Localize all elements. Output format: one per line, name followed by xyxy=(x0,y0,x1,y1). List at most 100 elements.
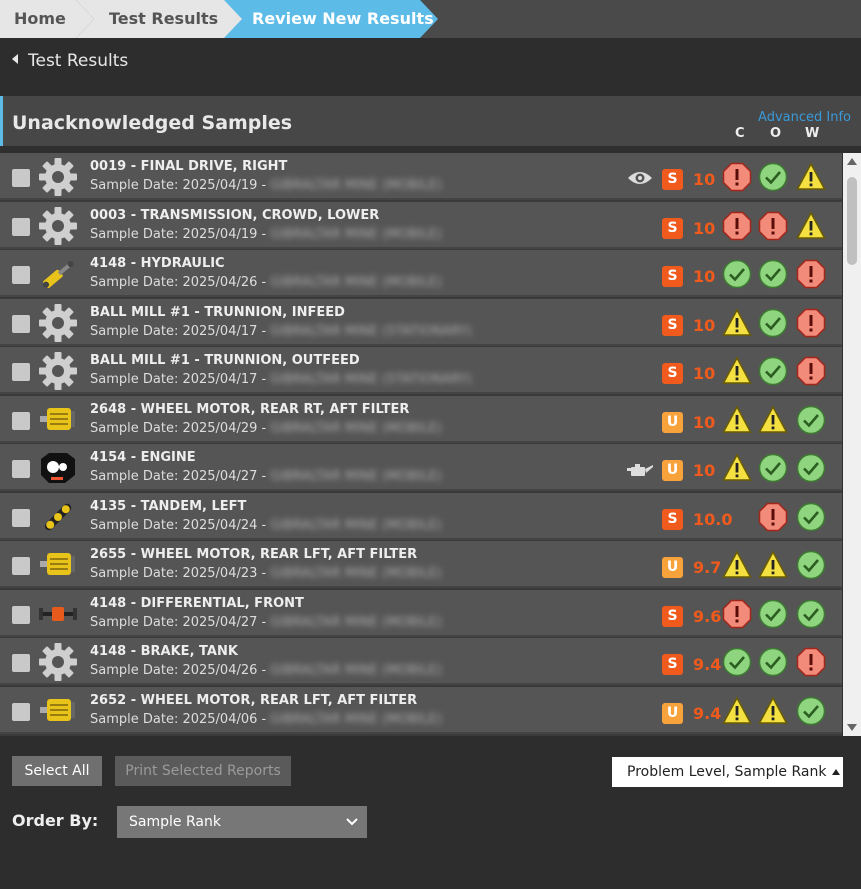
row-checkbox[interactable] xyxy=(12,654,30,672)
row-checkbox[interactable] xyxy=(12,266,30,284)
sample-date: Sample Date: 2025/04/26 - GIBRALTAR MINE … xyxy=(90,663,442,678)
sample-row[interactable]: BALL MILL #1 - TRUNNION, INFEED Sample Da… xyxy=(0,298,842,346)
oil-critical-icon xyxy=(758,211,788,241)
select-all-button[interactable]: Select All xyxy=(12,756,102,786)
severity-badge: S xyxy=(662,508,683,530)
row-checkbox[interactable] xyxy=(12,702,30,721)
row-checkbox[interactable] xyxy=(12,169,30,187)
order-by-select[interactable]: Sample Rank xyxy=(117,806,367,838)
row-checkbox[interactable] xyxy=(12,314,30,333)
sample-date: Sample Date: 2025/04/27 - GIBRALTAR MINE … xyxy=(90,469,442,484)
severity-badge: U xyxy=(662,460,683,481)
back-link-label: Test Results xyxy=(28,51,129,71)
sample-date-text: Sample Date: 2025/04/06 - xyxy=(90,711,267,727)
sample-rank: 10 xyxy=(693,315,716,335)
row-checkbox[interactable] xyxy=(12,363,30,381)
sample-title[interactable]: 0003 - TRANSMISSION, CROWD, LOWER xyxy=(90,208,379,223)
sample-title[interactable]: BALL MILL #1 - TRUNNION, INFEED xyxy=(90,305,345,320)
sort-order-label: Problem Level, Sample Rank xyxy=(627,764,827,780)
sample-site: GIBRALTAR MINE (MOBILE) xyxy=(270,711,442,727)
sample-title[interactable]: 4154 - ENGINE xyxy=(90,450,196,465)
breadcrumb: Home Test Results Review New Results xyxy=(0,0,861,38)
oil-ok-icon xyxy=(758,356,788,386)
sample-row[interactable]: 4148 - HYDRAULIC Sample Date: 2025/04/26 … xyxy=(0,250,842,297)
oil-can-icon[interactable] xyxy=(625,458,655,480)
sample-title[interactable]: 4148 - HYDRAULIC xyxy=(90,256,225,271)
condition-critical-icon xyxy=(722,162,752,192)
oil-ok-icon xyxy=(758,259,788,289)
sample-row[interactable]: 4148 - BRAKE, TANK Sample Date: 2025/04/2… xyxy=(0,638,842,685)
sample-rank: 9.7 xyxy=(693,558,722,577)
row-checkbox[interactable] xyxy=(12,217,30,236)
sample-date: Sample Date: 2025/04/29 - GIBRALTAR MINE … xyxy=(90,421,442,436)
sample-row[interactable]: 4135 - TANDEM, LEFT Sample Date: 2025/04/… xyxy=(0,492,842,540)
sample-rank: 9.4 xyxy=(693,655,722,674)
gear-icon xyxy=(37,205,79,247)
sample-row[interactable]: 4148 - DIFFERENTIAL, FRONT Sample Date: 2… xyxy=(0,589,842,637)
sample-title[interactable]: 2648 - WHEEL MOTOR, REAR RT, AFT FILTER xyxy=(90,402,409,417)
eye-icon[interactable] xyxy=(625,167,655,189)
sample-rank: 10 xyxy=(693,364,716,383)
advanced-info-link[interactable]: Advanced Info xyxy=(758,110,851,125)
row-checkbox[interactable] xyxy=(12,411,30,430)
severity-badge: S xyxy=(662,266,683,287)
sample-list: 0019 - FINAL DRIVE, RIGHT Sample Date: 20… xyxy=(0,153,842,736)
gear-icon xyxy=(37,641,79,683)
sample-rank: 10 xyxy=(693,218,716,238)
breadcrumb-review-new-results[interactable]: Review New Results xyxy=(224,0,438,38)
sample-date-text: Sample Date: 2025/04/26 - xyxy=(90,275,267,290)
sample-site: GIBRALTAR MINE (STATIONARY) xyxy=(270,372,472,387)
sample-title[interactable]: BALL MILL #1 - TRUNNION, OUTFEED xyxy=(90,353,360,368)
sample-title[interactable]: 0019 - FINAL DRIVE, RIGHT xyxy=(90,159,287,174)
differential-icon xyxy=(37,593,79,635)
breadcrumb-test-results[interactable]: Test Results xyxy=(76,0,244,38)
sample-date-text: Sample Date: 2025/04/19 - xyxy=(90,178,267,193)
sample-title[interactable]: 4135 - TANDEM, LEFT xyxy=(90,499,246,514)
sample-title[interactable]: 4148 - DIFFERENTIAL, FRONT xyxy=(90,596,304,611)
sample-title[interactable]: 4148 - BRAKE, TANK xyxy=(90,644,238,659)
sort-order-button[interactable]: Problem Level, Sample Rank xyxy=(612,757,843,787)
sample-row[interactable]: BALL MILL #1 - TRUNNION, OUTFEED Sample D… xyxy=(0,347,842,394)
sample-site: GIBRALTAR MINE (MOBILE) xyxy=(270,517,442,533)
severity-badge: S xyxy=(662,314,683,336)
section-title: Unacknowledged Samples xyxy=(12,112,293,134)
sample-row[interactable]: 2648 - WHEEL MOTOR, REAR RT, AFT FILTER S… xyxy=(0,395,842,443)
oil-warning-icon xyxy=(758,404,788,435)
severity-badge: S xyxy=(662,363,683,384)
sample-rank: 10 xyxy=(693,170,716,189)
gear-icon xyxy=(37,350,79,392)
sample-rank: 9.6 xyxy=(693,606,722,626)
sample-row[interactable]: 2655 - WHEEL MOTOR, REAR LFT, AFT FILTER… xyxy=(0,541,842,588)
sample-title[interactable]: 2652 - WHEEL MOTOR, REAR LFT, AFT FILTER xyxy=(90,693,417,708)
row-checkbox[interactable] xyxy=(12,508,30,527)
sample-date-text: Sample Date: 2025/04/29 - xyxy=(90,420,267,436)
sample-date: Sample Date: 2025/04/23 - GIBRALTAR MINE … xyxy=(90,566,442,581)
sample-date: Sample Date: 2025/04/24 - GIBRALTAR MINE … xyxy=(90,518,442,533)
breadcrumb-home[interactable]: Home xyxy=(0,0,94,38)
sample-date: Sample Date: 2025/04/06 - GIBRALTAR MINE … xyxy=(90,712,442,727)
gear-icon xyxy=(37,156,79,198)
oil-ok-icon xyxy=(758,453,788,483)
scroll-down-icon[interactable] xyxy=(847,724,857,731)
severity-badge: U xyxy=(662,557,683,578)
sample-rank: 10 xyxy=(693,267,716,286)
sample-row[interactable]: 0019 - FINAL DRIVE, RIGHT Sample Date: 20… xyxy=(0,153,842,200)
sample-row[interactable]: 2652 - WHEEL MOTOR, REAR LFT, AFT FILTER… xyxy=(0,686,842,734)
sample-date: Sample Date: 2025/04/17 - GIBRALTAR MINE … xyxy=(90,372,472,387)
row-checkbox[interactable] xyxy=(12,557,30,575)
row-checkbox[interactable] xyxy=(12,460,30,478)
sample-date-text: Sample Date: 2025/04/17 - xyxy=(90,323,267,339)
scroll-up-icon[interactable] xyxy=(847,158,857,165)
sample-row[interactable]: 4154 - ENGINE Sample Date: 2025/04/27 - GI… xyxy=(0,444,842,491)
list-scrollbar[interactable] xyxy=(843,153,861,736)
sample-row[interactable]: 0003 - TRANSMISSION, CROWD, LOWER Sample … xyxy=(0,201,842,249)
print-selected-reports-button[interactable]: Print Selected Reports xyxy=(115,756,291,786)
row-checkbox[interactable] xyxy=(12,605,30,624)
sample-rank: 9.4 xyxy=(693,703,722,723)
sample-title[interactable]: 2655 - WHEEL MOTOR, REAR LFT, AFT FILTER xyxy=(90,547,417,562)
scroll-thumb[interactable] xyxy=(847,177,857,265)
back-to-test-results-link[interactable]: Test Results xyxy=(12,51,128,71)
sample-site: GIBRALTAR MINE (MOBILE) xyxy=(270,275,442,290)
oil-ok-icon xyxy=(758,162,788,192)
tandem-icon xyxy=(37,496,79,538)
